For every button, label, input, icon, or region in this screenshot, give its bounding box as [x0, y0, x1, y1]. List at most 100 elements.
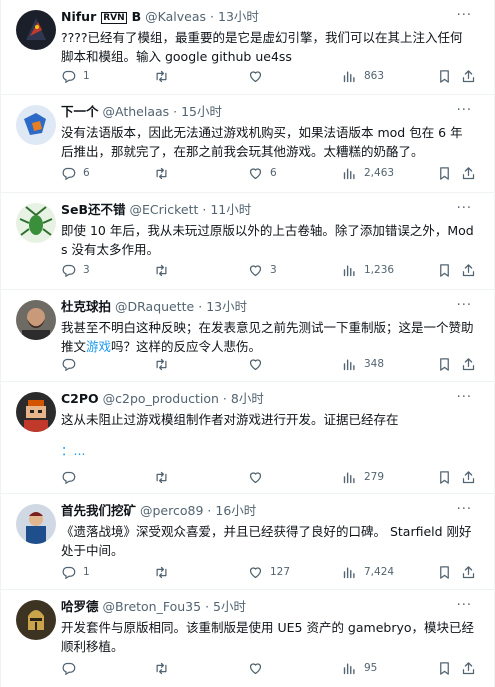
user-handle[interactable]: @DRaquette: [115, 299, 194, 314]
retweet-button[interactable]: [154, 260, 176, 280]
display-name[interactable]: C2PO: [61, 391, 99, 406]
bookmark-button[interactable]: [437, 163, 452, 183]
user-handle[interactable]: @Breton_Fou35: [103, 599, 202, 614]
user-handle[interactable]: @Athelaas: [103, 104, 170, 119]
view-count: 7,424: [364, 566, 395, 578]
views-button[interactable]: 95: [342, 658, 377, 678]
views-button[interactable]: 348: [342, 354, 384, 374]
reply-icon: [61, 263, 76, 278]
more-icon[interactable]: ···: [457, 390, 472, 405]
display-name[interactable]: 哈罗德: [61, 599, 99, 614]
reply-button[interactable]: 1: [61, 66, 90, 86]
retweet-button[interactable]: [154, 658, 176, 678]
share-button[interactable]: [461, 467, 476, 487]
like-button[interactable]: [248, 658, 270, 678]
share-button[interactable]: [461, 66, 476, 86]
reply-button[interactable]: 3: [61, 260, 90, 280]
like-button[interactable]: [248, 66, 270, 86]
timestamp[interactable]: 11小时: [210, 202, 251, 217]
bookmark-icon: [437, 166, 452, 181]
blue-orange-map-avatar[interactable]: [16, 105, 56, 145]
share-button[interactable]: [461, 163, 476, 183]
more-icon[interactable]: ···: [457, 8, 472, 23]
timestamp[interactable]: 13小时: [218, 9, 259, 24]
reply-button[interactable]: 6: [61, 163, 90, 183]
bookmark-button[interactable]: [437, 260, 452, 280]
bookmark-button[interactable]: [437, 66, 452, 86]
timestamp[interactable]: 16小时: [215, 503, 256, 518]
like-button[interactable]: 6: [248, 163, 277, 183]
bookmark-button[interactable]: [437, 354, 452, 374]
view-count: 863: [364, 70, 385, 82]
reply-button[interactable]: [61, 658, 83, 678]
share-button[interactable]: [461, 658, 476, 678]
reply-button[interactable]: 1: [61, 562, 90, 582]
more-icon[interactable]: ···: [457, 201, 472, 216]
display-name[interactable]: SeB还不错: [61, 202, 126, 217]
share-button[interactable]: [461, 354, 476, 374]
bookmark-button[interactable]: [437, 658, 452, 678]
user-handle[interactable]: @perco89: [140, 503, 203, 518]
retweet-button[interactable]: [154, 467, 176, 487]
more-icon[interactable]: ···: [457, 103, 472, 118]
retweet-button[interactable]: [154, 163, 176, 183]
like-button[interactable]: [248, 354, 270, 374]
green-cricket-avatar[interactable]: [16, 203, 56, 243]
separator: ·: [173, 104, 178, 119]
more-icon[interactable]: ···: [457, 298, 472, 313]
bookmark-button[interactable]: [437, 562, 452, 582]
display-name[interactable]: Nifur: [61, 9, 96, 24]
views-button[interactable]: 1,236: [342, 260, 394, 280]
views-button[interactable]: 279: [342, 467, 384, 487]
tweet[interactable]: 杜克球拍 @DRaquette · 13小时 ··· 我甚至不明白这种反映；在发…: [1, 290, 494, 382]
tweet[interactable]: Nifur RVN B @Kalveas · 13小时 ··· ????已经有了…: [1, 0, 494, 95]
views-button[interactable]: 7,424: [342, 562, 394, 582]
blue-figure-avatar[interactable]: [16, 504, 56, 544]
user-handle[interactable]: @Kalveas: [145, 9, 206, 24]
user-handle[interactable]: @c2po_production: [103, 391, 219, 406]
bookmark-icon: [437, 470, 452, 485]
share-icon: [461, 357, 476, 372]
share-button[interactable]: [461, 562, 476, 582]
share-button[interactable]: [461, 260, 476, 280]
reply-count: 1: [83, 566, 90, 578]
bearded-man-avatar[interactable]: [16, 300, 56, 340]
tweet-text: 这从未阻止过游戏模组制作者对游戏进行开发。证据已经存在: [61, 412, 399, 427]
reply-button[interactable]: [61, 467, 83, 487]
share-icon: [461, 263, 476, 278]
display-name[interactable]: 下一个: [61, 104, 99, 119]
timestamp[interactable]: 8小时: [231, 391, 264, 406]
retweet-button[interactable]: [154, 66, 176, 86]
tweet[interactable]: 首先我们挖矿 @perco89 · 16小时 ··· 《遗落战境》深受观众喜爱，…: [1, 494, 494, 590]
timestamp[interactable]: 13小时: [206, 299, 247, 314]
tweet[interactable]: C2PO @c2po_production · 8小时 ··· 这从未阻止过游戏…: [1, 382, 494, 494]
display-name[interactable]: 杜克球拍: [61, 299, 111, 314]
action-bar: 95: [61, 658, 476, 678]
reply-button[interactable]: [61, 354, 83, 374]
bookmark-button[interactable]: [437, 467, 452, 487]
tweet[interactable]: 哈罗德 @Breton_Fou35 · 5小时 ··· 开发套件与原版相同。该重…: [1, 590, 494, 687]
display-name[interactable]: 首先我们挖矿: [61, 503, 136, 518]
knight-helmet-avatar[interactable]: [16, 600, 56, 640]
like-button[interactable]: 3: [248, 260, 277, 280]
more-icon[interactable]: ···: [457, 598, 472, 613]
retweet-button[interactable]: [154, 354, 176, 374]
separator: ·: [202, 202, 207, 217]
views-button[interactable]: 2,463: [342, 163, 394, 183]
reply-icon: [61, 661, 76, 676]
retweet-button[interactable]: [154, 562, 176, 582]
like-button[interactable]: 127: [248, 562, 290, 582]
timestamp[interactable]: 5小时: [213, 599, 246, 614]
views-button[interactable]: 863: [342, 66, 384, 86]
timestamp[interactable]: 15小时: [181, 104, 222, 119]
hashtag-link[interactable]: 游戏: [86, 339, 111, 354]
like-button[interactable]: [248, 467, 270, 487]
tweet[interactable]: 下一个 @Athelaas · 15小时 ··· 没有法语版本，因此无法通过游戏…: [1, 95, 494, 193]
more-icon[interactable]: ···: [457, 502, 472, 517]
truncated-link[interactable]: ：...: [61, 441, 474, 460]
dark-bird-avatar[interactable]: [16, 10, 56, 50]
tweet[interactable]: SeB还不错 @ECrickett · 11小时 ··· 即使 10 年后，我从…: [1, 193, 494, 290]
user-handle[interactable]: @ECrickett: [130, 202, 199, 217]
pixel-character-avatar[interactable]: [16, 392, 56, 432]
view-count: 348: [364, 358, 385, 370]
